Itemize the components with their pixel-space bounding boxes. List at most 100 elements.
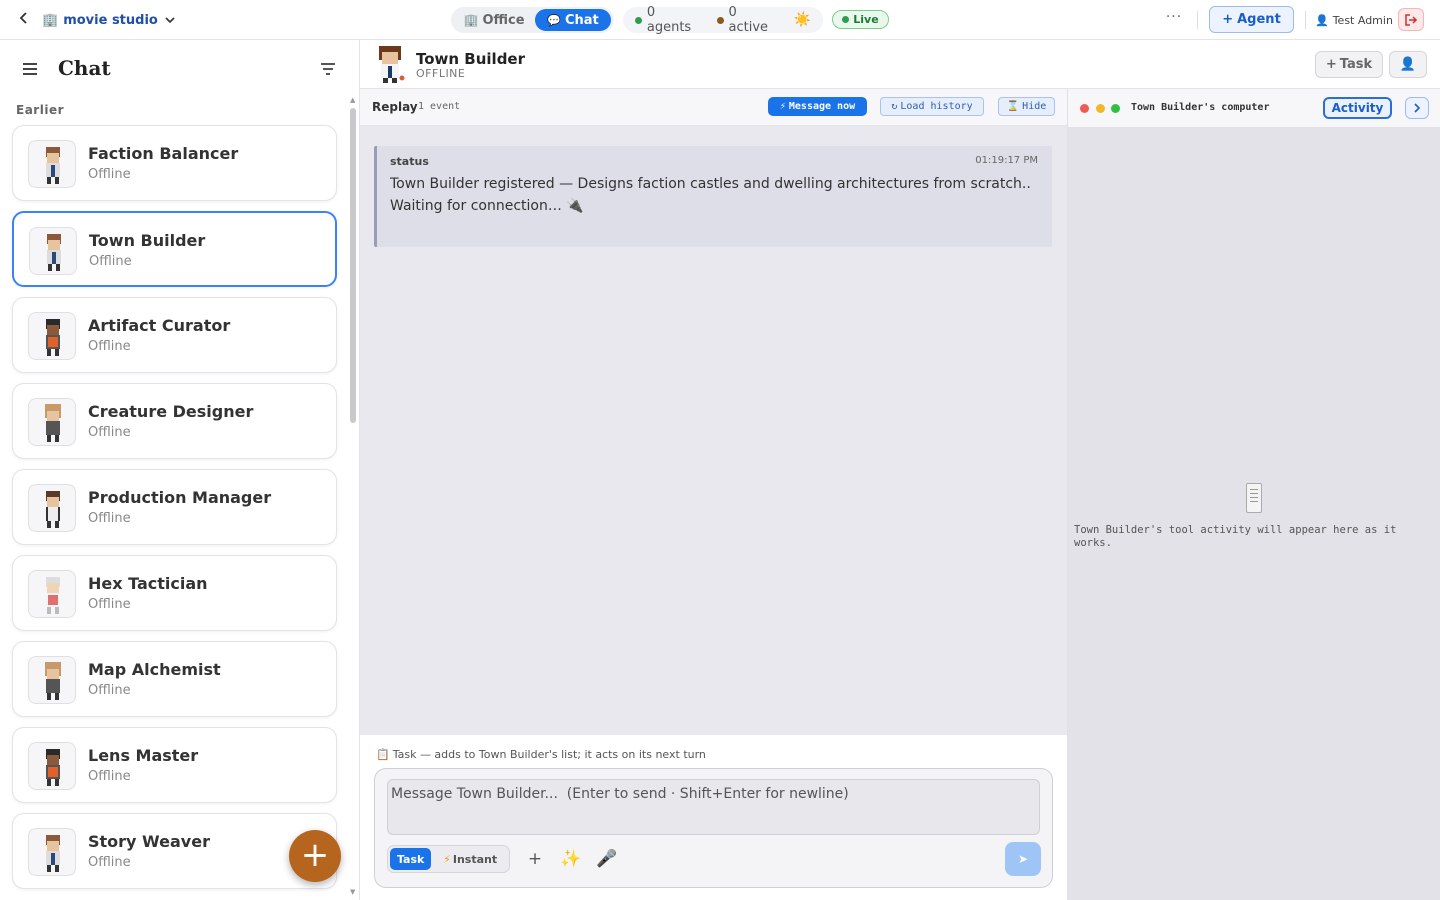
top-bar: 🏢 movie studio 🏢 Office 💬 Chat 0 agents …: [0, 0, 1440, 40]
plus-icon: +: [1222, 12, 1234, 27]
agent-avatar: [28, 312, 76, 360]
agent-card[interactable]: Lens Master Offline: [12, 727, 337, 803]
sun-icon[interactable]: ☀️: [794, 12, 811, 28]
divider: [1197, 11, 1198, 29]
agent-card[interactable]: Hex Tactician Offline: [12, 555, 337, 631]
microphone-icon[interactable]: 🎤: [595, 847, 619, 871]
tab-chat-label: Chat: [564, 12, 599, 28]
chat-agent-name: Town Builder: [416, 50, 526, 68]
hamburger-menu-icon[interactable]: [21, 61, 41, 77]
composer: Task ⚡ Instant + ✨ 🎤 ➤: [374, 768, 1053, 888]
agent-card[interactable]: Artifact Curator Offline: [12, 297, 337, 373]
speech-bubble-icon: 💬: [547, 13, 561, 27]
view-switcher: 🏢 Office 💬 Chat: [451, 7, 614, 33]
agent-avatar: [28, 398, 76, 446]
tab-office[interactable]: 🏢 Office: [453, 9, 535, 31]
person-icon: 👤: [1399, 57, 1417, 72]
computer-panel-header: Town Builder's computer Activity: [1067, 89, 1440, 128]
lightning-icon: ⚡: [443, 852, 451, 866]
building-icon: 🏢: [42, 12, 59, 28]
agent-status: Offline: [88, 683, 131, 698]
agent-card[interactable]: Faction Balancer Offline: [12, 125, 337, 201]
agent-status: Offline: [88, 167, 131, 182]
load-history-button[interactable]: ↻ Load history: [880, 97, 984, 116]
divider: [1305, 11, 1306, 29]
maximize-dot-icon: [1111, 104, 1120, 113]
computer-panel-title: Town Builder's computer: [1131, 102, 1270, 113]
agent-card[interactable]: Creature Designer Offline: [12, 383, 337, 459]
mode-switcher: Task ⚡ Instant: [387, 845, 510, 873]
sidebar-title: Chat: [58, 56, 111, 80]
active-count: 0 active: [716, 5, 780, 35]
agent-profile-button[interactable]: 👤: [1389, 51, 1427, 78]
logout-button[interactable]: [1398, 8, 1424, 31]
agent-card-selected[interactable]: Town Builder Offline: [12, 211, 337, 287]
active-count-text: 0 active: [728, 5, 769, 35]
agent-avatar: [28, 742, 76, 790]
chat-agent-status: OFFLINE: [416, 67, 466, 80]
send-button[interactable]: ➤: [1005, 842, 1041, 876]
agents-count: 0 agents: [635, 5, 703, 35]
add-task-label: Task: [1339, 57, 1373, 72]
sparkles-icon[interactable]: ✨: [559, 847, 583, 871]
agent-status: Offline: [88, 339, 131, 354]
back-button[interactable]: [14, 9, 34, 31]
agent-avatar: [28, 828, 76, 876]
more-menu-button[interactable]: ···: [1162, 9, 1186, 29]
event-count: 1 event: [418, 101, 461, 112]
agent-card[interactable]: Production Manager Offline: [12, 469, 337, 545]
composer-area: 📋 Task — adds to Town Builder's list; it…: [360, 735, 1067, 900]
mode-task-button[interactable]: Task: [390, 848, 432, 870]
agent-status: Offline: [88, 597, 131, 612]
agent-avatar: [28, 656, 76, 704]
sidebar-scrollbar[interactable]: [350, 108, 356, 423]
mode-instant-button[interactable]: ⚡ Instant: [433, 848, 507, 870]
message-now-button[interactable]: ⚡ Message now: [768, 97, 867, 116]
clipboard-icon: 📋: [376, 748, 390, 761]
hide-button[interactable]: ⌛ Hide: [998, 97, 1055, 116]
attach-plus-icon[interactable]: +: [523, 847, 547, 871]
agent-name: Town Builder: [89, 231, 206, 250]
logout-icon: [1405, 13, 1418, 26]
chevron-right-icon: [1414, 103, 1421, 113]
send-arrow-icon: ➤: [1017, 852, 1029, 866]
tab-chat[interactable]: 💬 Chat: [535, 9, 611, 31]
agent-status: Offline: [89, 254, 132, 269]
studio-selector[interactable]: 🏢 movie studio: [42, 10, 175, 30]
status-dot-icon: [635, 16, 642, 24]
agent-status: Offline: [88, 769, 131, 784]
add-agent-button[interactable]: + Agent: [1209, 6, 1294, 33]
agent-avatar: [28, 484, 76, 532]
studio-name: movie studio: [63, 12, 158, 28]
activity-button[interactable]: Activity: [1323, 97, 1392, 119]
chat-sidebar: Chat Earlier Faction Balancer Offline To…: [0, 40, 360, 900]
user-menu[interactable]: 👤 Test Admin: [1315, 11, 1393, 29]
agent-name: Production Manager: [88, 488, 272, 507]
collapse-panel-button[interactable]: [1405, 97, 1429, 119]
event-type: status: [390, 155, 429, 168]
scroll-down-arrow-icon[interactable]: ▼: [350, 888, 355, 896]
agent-card[interactable]: Story Weaver Offline: [12, 813, 337, 889]
status-dot-icon: [716, 16, 724, 24]
user-icon: 👤: [1315, 13, 1329, 27]
new-chat-fab[interactable]: +: [289, 830, 341, 882]
section-label-earlier: Earlier: [16, 103, 64, 117]
add-agent-label: Agent: [1237, 12, 1281, 27]
replay-title: Replay: [372, 100, 418, 114]
chevron-left-icon: [19, 12, 27, 24]
minimize-dot-icon: [1096, 104, 1105, 113]
building-icon: 🏢: [463, 13, 479, 27]
tab-office-label: Office: [482, 12, 525, 28]
live-dot-icon: [842, 16, 850, 23]
chat-header: Town Builder OFFLINE + Task 👤: [360, 40, 1440, 89]
agent-card[interactable]: Map Alchemist Offline: [12, 641, 337, 717]
agent-name: Faction Balancer: [88, 144, 239, 163]
message-input[interactable]: [387, 779, 1040, 835]
agent-name: Map Alchemist: [88, 660, 221, 679]
filter-icon[interactable]: [318, 60, 338, 78]
chevron-down-icon: [165, 17, 175, 24]
agent-avatar: [373, 44, 407, 84]
add-task-button[interactable]: + Task: [1315, 51, 1383, 78]
scroll-up-arrow-icon[interactable]: ▲: [350, 96, 355, 104]
hide-label: Hide: [1022, 101, 1047, 112]
